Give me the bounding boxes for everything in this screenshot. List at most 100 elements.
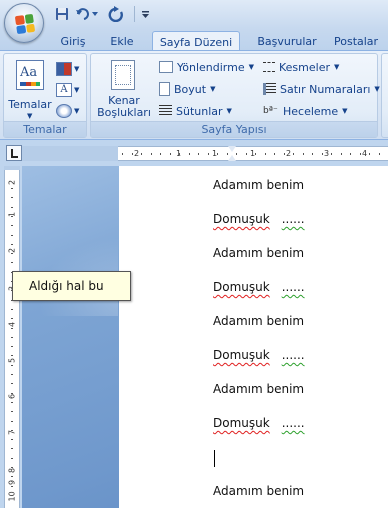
ruler-tick	[11, 392, 13, 394]
ribbon: Aa Temalar ▼ ▼ A ▼ ▼ Temalar Kenar Boşlu…	[0, 50, 388, 140]
page-setup-group-label: Sayfa Yapısı	[91, 121, 377, 137]
document-line: Adamım benim	[213, 484, 304, 498]
ruler-tick	[11, 234, 13, 236]
theme-fonts-button[interactable]: A ▼	[56, 81, 82, 99]
size-button[interactable]: Boyut ▼	[159, 80, 215, 98]
tab-sayfa-duzeni[interactable]: Sayfa Düzeni	[152, 31, 240, 52]
themes-group: Aa Temalar ▼ ▼ A ▼ ▼ Temalar	[3, 53, 87, 138]
next-ribbon-group	[381, 53, 388, 138]
ruler-tick	[11, 346, 13, 348]
ruler-tick	[293, 153, 294, 155]
ruler-tick	[169, 153, 171, 155]
chevron-down-icon: ▼	[248, 63, 254, 71]
line-numbers-button[interactable]: Satır Numaraları ▼	[263, 80, 380, 98]
theme-colors-button[interactable]: ▼	[56, 60, 82, 78]
ruler-tick	[11, 439, 13, 441]
columns-button[interactable]: Sütunlar ▼	[159, 102, 232, 120]
save-button[interactable]	[54, 5, 70, 23]
chevron-down-icon: ▼	[226, 107, 232, 115]
first-line-indent-marker[interactable]	[228, 146, 236, 152]
toolbar-separator	[134, 6, 135, 22]
grammar-flagged-dots: ......	[281, 212, 305, 226]
ruler-tick	[359, 153, 361, 155]
ruler-tick-label: 1	[7, 211, 17, 218]
ruler-tick	[11, 467, 13, 468]
document-line: Domuşuk......	[213, 212, 305, 226]
hyphenation-label: Heceleme	[283, 104, 339, 118]
ruler-bar: 2111234	[0, 141, 388, 165]
ruler-tick	[11, 355, 13, 357]
document-line: Adamım benim	[213, 246, 304, 260]
ruler-tick	[11, 243, 13, 245]
ruler-tick	[11, 336, 13, 338]
ruler-tick-label: 4	[362, 149, 368, 158]
theme-effects-button[interactable]: ▼	[56, 102, 82, 120]
document-line: Domuşuk......	[213, 280, 305, 294]
horizontal-ruler[interactable]: 2111234	[22, 146, 388, 161]
ruler-tick	[11, 327, 13, 329]
ruler-tick	[11, 188, 13, 189]
hyphenation-button[interactable]: bª⁻ Heceleme ▼	[263, 102, 348, 120]
ruler-tick	[11, 457, 13, 459]
document-line: Adamım benim	[213, 178, 304, 192]
columns-icon	[159, 105, 172, 117]
misspelled-word: Domuşuk	[213, 212, 270, 226]
orientation-icon	[159, 61, 173, 73]
ruler-tick	[340, 153, 342, 155]
chevron-down-icon: ▼	[334, 63, 340, 71]
office-button[interactable]	[4, 3, 44, 43]
ruler-tick	[179, 153, 180, 155]
ruler-tick-label: 2	[7, 179, 17, 186]
margins-button[interactable]: Kenar Boşlukları ▼	[95, 58, 153, 130]
tooltip: Aldığı hal bu	[12, 271, 131, 301]
tab-giris[interactable]: Giriş	[56, 31, 90, 51]
themes-button[interactable]: Aa Temalar ▼	[8, 58, 52, 120]
ruler-tick	[141, 153, 142, 155]
ruler-tick	[236, 153, 237, 155]
ruler-tick	[245, 153, 247, 155]
customize-quick-access-button[interactable]	[139, 5, 151, 23]
columns-label: Sütunlar	[176, 104, 223, 118]
document-line: Domuşuk......	[213, 416, 305, 430]
tab-ekle[interactable]: Ekle	[104, 31, 140, 51]
chevron-down-icon: ▼	[342, 107, 348, 115]
theme-effects-icon	[56, 104, 72, 118]
vertical-ruler[interactable]: 212345678910	[4, 166, 20, 508]
themes-icon: Aa	[16, 60, 44, 90]
ribbon-tab-bar: Giriş Ekle Sayfa Düzeni Başvurular Posta…	[0, 28, 388, 52]
ruler-tick	[198, 153, 199, 155]
size-label: Boyut	[174, 82, 207, 96]
theme-colors-icon	[56, 62, 72, 76]
undo-button[interactable]	[74, 5, 100, 23]
redo-button[interactable]	[106, 5, 128, 23]
document-line: Adamım benim	[213, 382, 304, 396]
margins-icon	[111, 60, 135, 90]
ruler-tick	[122, 153, 123, 155]
ruler-tick	[264, 153, 266, 155]
tab-stop-selector[interactable]	[6, 145, 22, 161]
ruler-tick	[11, 485, 13, 487]
quick-access-toolbar	[0, 0, 388, 28]
themes-button-label: Temalar	[8, 98, 52, 111]
chevron-down-icon: ▼	[27, 112, 33, 120]
office-logo-icon	[14, 13, 36, 35]
orientation-button[interactable]: Yönlendirme ▼	[159, 58, 254, 76]
document-line: Adamım benim	[213, 314, 304, 328]
dropdown-icon	[141, 10, 149, 18]
tab-basvurular[interactable]: Başvurular	[252, 31, 322, 51]
ruler-tick	[150, 153, 152, 155]
breaks-button[interactable]: Kesmeler ▼	[263, 58, 339, 76]
ruler-tick	[11, 448, 13, 450]
ruler-tick	[11, 494, 13, 496]
ruler-tick	[217, 153, 218, 155]
misspelled-word: Domuşuk	[213, 280, 270, 294]
hanging-indent-marker[interactable]	[228, 155, 236, 161]
ruler-tick	[11, 206, 13, 208]
document-page[interactable]: Adamım benim Domuşuk...... Adamım benim Dom…	[119, 166, 388, 508]
tab-postalar[interactable]: Postalar	[334, 31, 388, 51]
size-icon	[159, 82, 170, 96]
hyphenation-icon: bª⁻	[263, 106, 278, 116]
ruler-tick	[11, 364, 13, 366]
ruler-tick	[350, 153, 351, 155]
ruler-tick	[11, 225, 13, 227]
